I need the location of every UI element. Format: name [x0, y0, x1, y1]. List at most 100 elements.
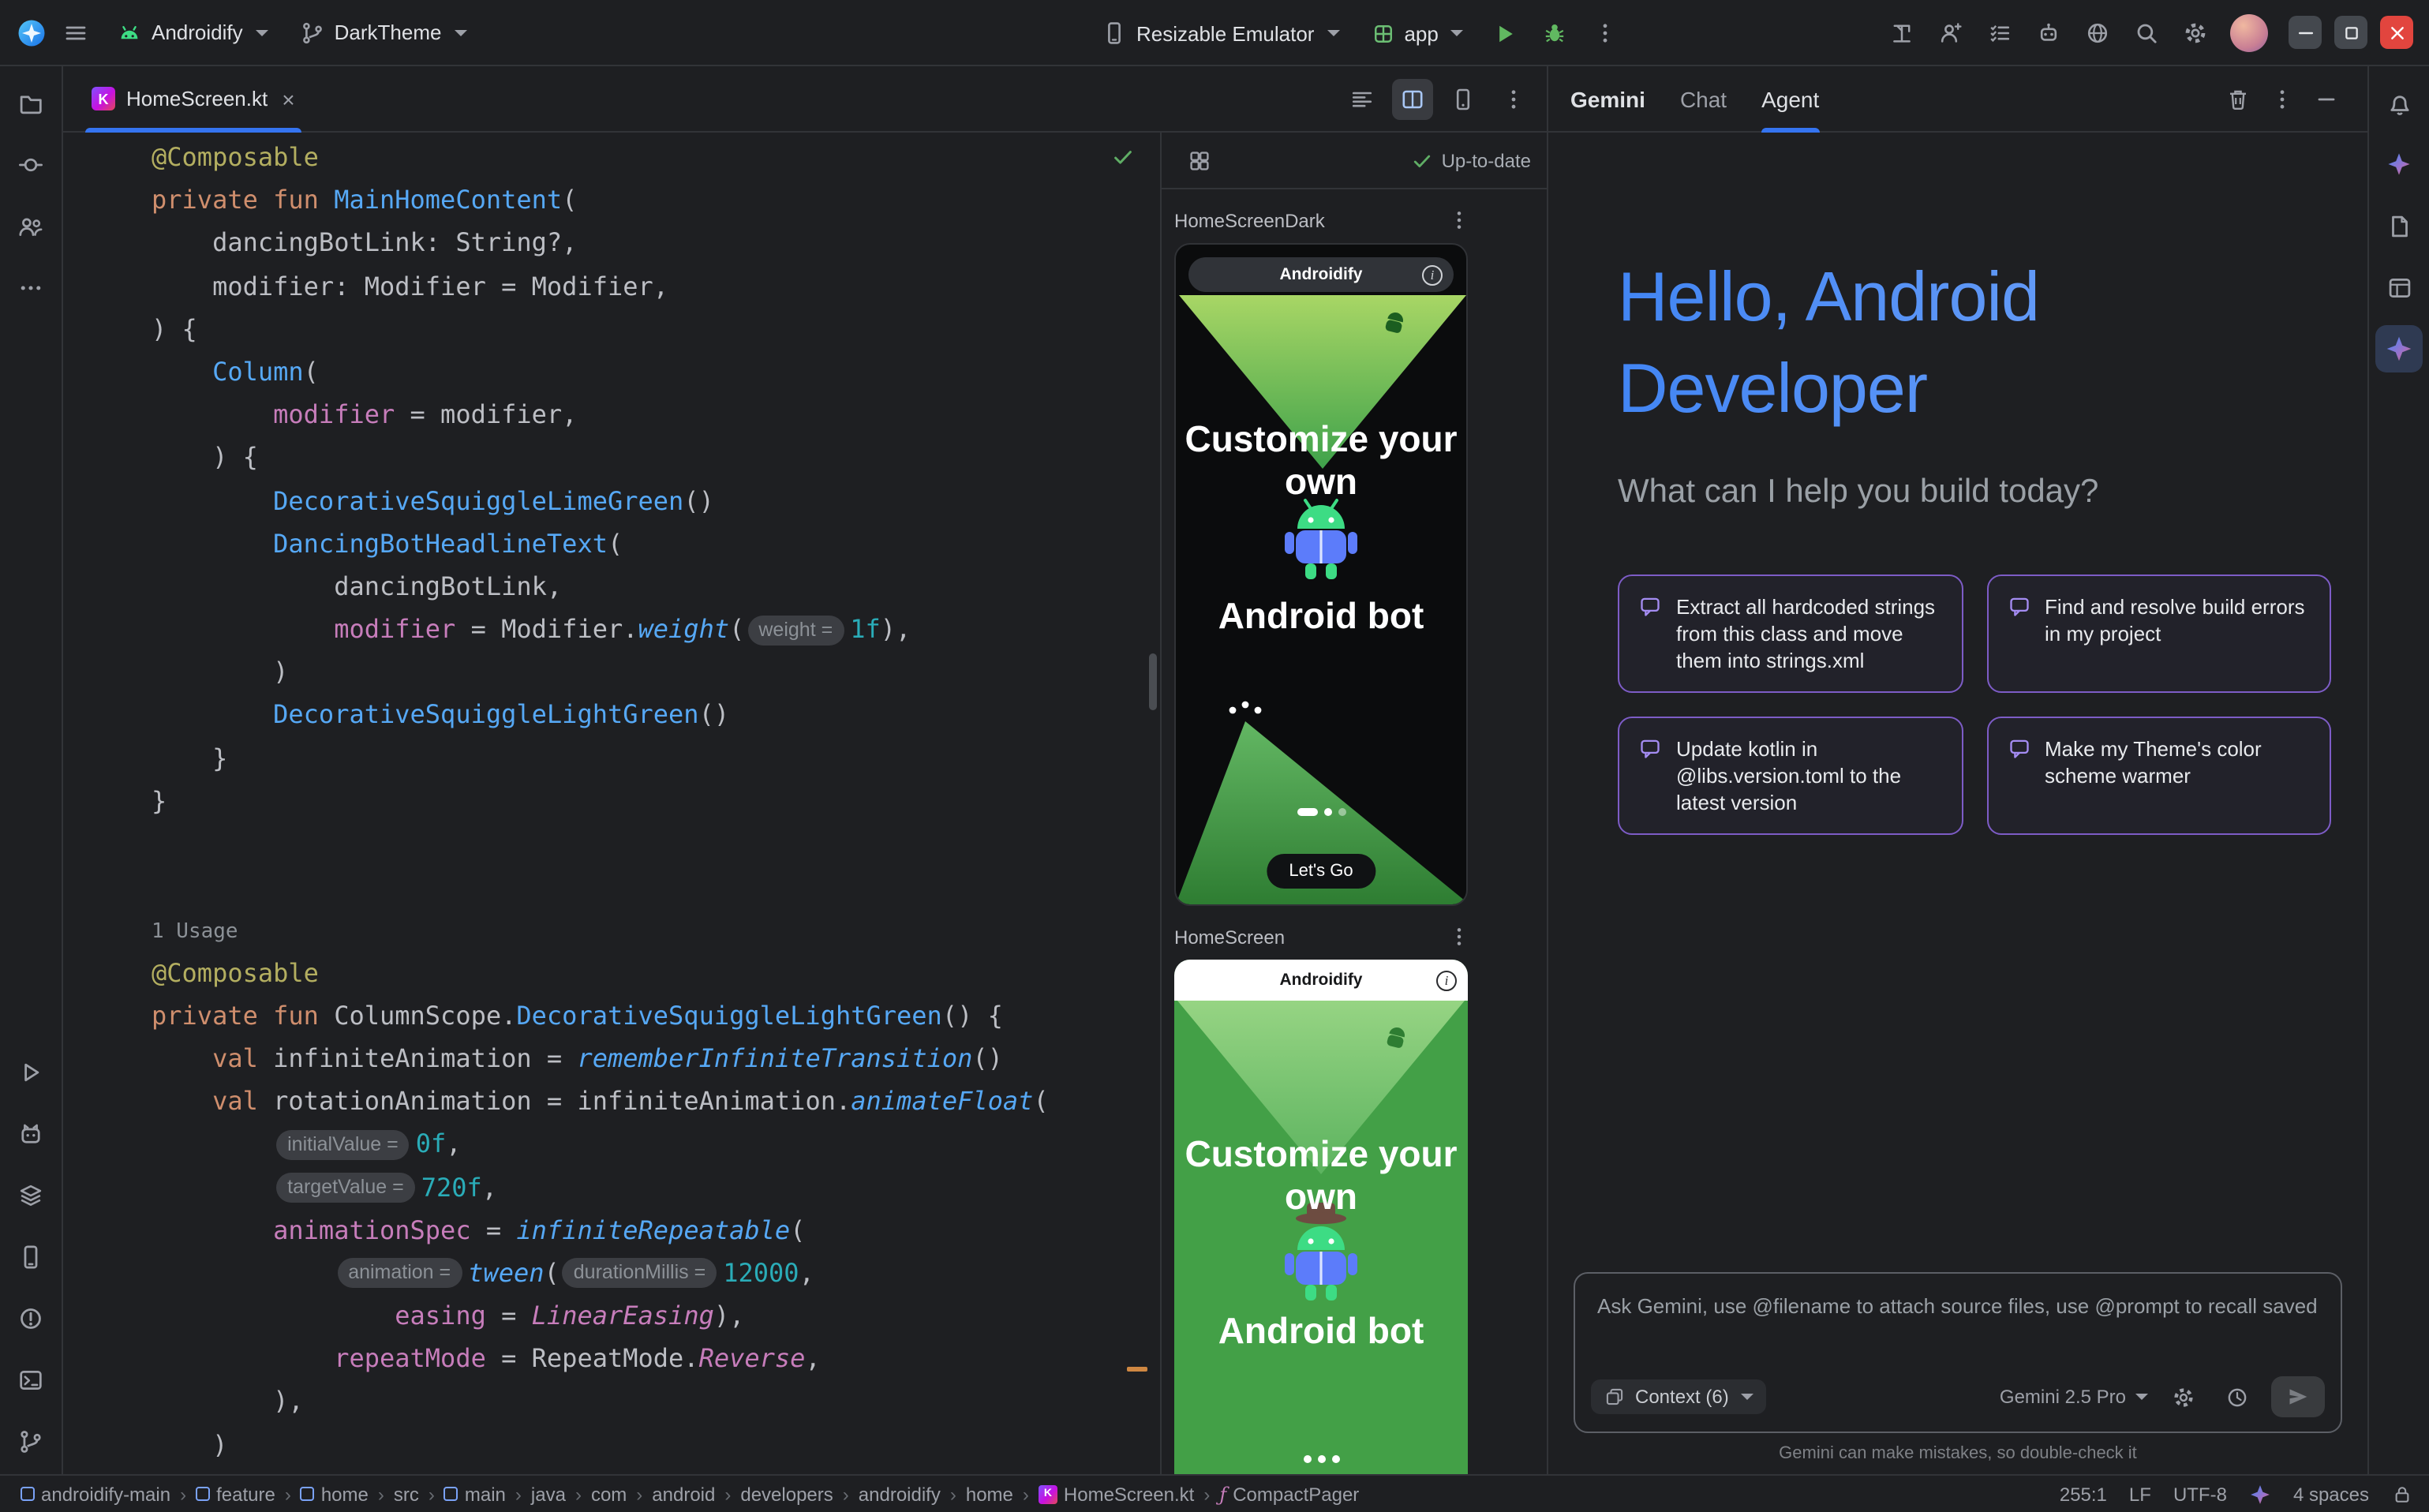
layout-inspector-icon[interactable]: [2375, 264, 2423, 311]
profiler-tool-icon[interactable]: [7, 1171, 54, 1218]
settings-button[interactable]: [2173, 10, 2218, 54]
breadcrumb-item[interactable]: main: [440, 1483, 511, 1505]
suggestion-card[interactable]: Extract all hardcoded strings from this …: [1618, 574, 1963, 693]
chat-bubble-icon: [1638, 737, 1662, 761]
run-button[interactable]: [1483, 11, 1527, 55]
project-selector[interactable]: Androidify: [104, 12, 281, 53]
tab-chat[interactable]: Chat: [1680, 65, 1727, 132]
prompt-settings-gear-icon[interactable]: [2164, 1378, 2202, 1416]
breadcrumb-item[interactable]: com: [586, 1483, 631, 1505]
people-tool-icon[interactable]: [7, 202, 54, 249]
run-tool-icon[interactable]: [7, 1048, 54, 1095]
line-separator[interactable]: LF: [2129, 1483, 2151, 1505]
device-explorer-icon[interactable]: [2375, 202, 2423, 249]
search-button[interactable]: [2124, 10, 2169, 54]
main-menu-button[interactable]: [54, 10, 98, 54]
tab-close-icon[interactable]: ×: [282, 88, 294, 110]
device-name: Resizable Emulator: [1136, 21, 1314, 45]
breadcrumb-item[interactable]: KHomeScreen.kt: [1034, 1483, 1199, 1505]
window-maximize-button[interactable]: [2334, 16, 2367, 49]
preview-options-kebab-icon[interactable]: [1447, 208, 1471, 232]
preview-gallery-icon[interactable]: [1177, 138, 1222, 182]
breadcrumb-item[interactable]: ƒCompactPager: [1214, 1483, 1364, 1505]
suggestion-card[interactable]: Make my Theme's color scheme warmer: [1986, 717, 2331, 835]
breadcrumb-item[interactable]: home: [961, 1483, 1018, 1505]
code-editor[interactable]: @Composableprivate fun MainHomeContent( …: [63, 133, 1160, 1474]
editor-tab-homescreen[interactable]: K HomeScreen.kt ×: [76, 65, 311, 132]
preview-name: HomeScreen: [1174, 926, 1285, 948]
caret-position[interactable]: 255:1: [2060, 1483, 2107, 1505]
module-icon: [196, 1487, 210, 1501]
breadcrumb-item[interactable]: android: [647, 1483, 720, 1505]
running-devices-tool-icon[interactable]: [7, 1233, 54, 1280]
window-close-button[interactable]: [2380, 16, 2413, 49]
user-avatar[interactable]: [2230, 13, 2268, 51]
code-line: modifier = Modifier.weight(weight =1f),: [152, 608, 1125, 650]
gemini-prompt-input[interactable]: Ask Gemini, use @filename to attach sour…: [1574, 1272, 2342, 1433]
code-line: 1 Usage: [152, 908, 1125, 951]
send-button[interactable]: [2271, 1376, 2325, 1417]
clear-chat-trash-icon[interactable]: [2219, 80, 2257, 118]
logcat-tool-icon[interactable]: [7, 1110, 54, 1157]
build-tower-icon[interactable]: [1880, 10, 1924, 54]
ai-profile-icon[interactable]: [1929, 10, 1973, 54]
notifications-bell-icon[interactable]: [2375, 79, 2423, 126]
suggestion-card[interactable]: Update kotlin in @libs.version.toml to t…: [1618, 717, 1963, 835]
suggestion-card[interactable]: Find and resolve build errors in my proj…: [1986, 574, 2331, 693]
commit-tool-icon[interactable]: [7, 140, 54, 188]
vcs-branch-selector[interactable]: DarkTheme: [287, 12, 480, 53]
problems-tool-icon[interactable]: [7, 1294, 54, 1342]
gemini-disclaimer: Gemini can make mistakes, so double-chec…: [1574, 1433, 2342, 1474]
context-chip[interactable]: Context (6): [1591, 1379, 1767, 1414]
project-tool-icon[interactable]: [7, 79, 54, 126]
editor-options-kebab-icon[interactable]: [1493, 78, 1534, 119]
debug-button[interactable]: [1533, 11, 1578, 55]
preview-options-kebab-icon[interactable]: [1447, 925, 1471, 949]
preview-scroll-area[interactable]: HomeScreenDark Androidify i Customize yo…: [1162, 189, 1547, 1474]
model-selector[interactable]: Gemini 2.5 Pro: [2000, 1386, 2148, 1408]
code-line: @Composable: [152, 951, 1125, 994]
code-view-button[interactable]: [1342, 78, 1383, 119]
preview-card-homescreendark[interactable]: Androidify i Customize your own: [1174, 243, 1468, 906]
more-run-actions-button[interactable]: [1584, 11, 1628, 55]
breadcrumb-item[interactable]: java: [526, 1483, 571, 1505]
file-encoding[interactable]: UTF-8: [2173, 1483, 2227, 1505]
ai-features-icon[interactable]: [2375, 140, 2423, 188]
preview-card-homescreen[interactable]: Androidify i Customize your own: [1174, 960, 1468, 1474]
left-tool-stripe: [0, 66, 63, 1474]
code-line: val infiniteAnimation = rememberInfinite…: [152, 1037, 1125, 1080]
device-streaming-icon[interactable]: [2075, 10, 2120, 54]
breadcrumb-item[interactable]: developers: [735, 1483, 837, 1505]
hide-panel-icon[interactable]: [2307, 80, 2345, 118]
gemini-options-kebab-icon[interactable]: [2263, 80, 2301, 118]
design-view-button[interactable]: [1443, 78, 1484, 119]
lets-go-button[interactable]: Let's Go: [1267, 854, 1375, 889]
tab-agent[interactable]: Agent: [1761, 65, 1819, 132]
gemini-tool-icon[interactable]: [2375, 325, 2423, 372]
split-view-button[interactable]: [1392, 78, 1433, 119]
editor-scrollbar-thumb[interactable]: [1149, 653, 1157, 710]
breadcrumb-separator: ›: [636, 1483, 642, 1505]
readonly-lock-icon[interactable]: [2391, 1483, 2413, 1505]
more-tools-icon[interactable]: [7, 264, 54, 311]
prompt-history-clock-icon[interactable]: [2218, 1378, 2255, 1416]
studio-bot-icon[interactable]: [2027, 10, 2071, 54]
breadcrumb-item[interactable]: home: [296, 1483, 373, 1505]
run-config-selector[interactable]: app: [1358, 13, 1476, 53]
device-selector[interactable]: Resizable Emulator: [1089, 13, 1352, 54]
breadcrumb-item[interactable]: src: [389, 1483, 424, 1505]
window-minimize-button[interactable]: [2289, 16, 2322, 49]
chevron-down-icon: [1451, 30, 1464, 36]
breadcrumb-item[interactable]: androidify: [854, 1483, 945, 1505]
terminal-tool-icon[interactable]: [7, 1356, 54, 1403]
task-list-icon[interactable]: [1978, 10, 2022, 54]
breadcrumb-item[interactable]: androidify-main: [16, 1483, 175, 1505]
suggestion-cards: Extract all hardcoded strings from this …: [1618, 574, 2331, 835]
inspections-ok-icon[interactable]: [1111, 145, 1135, 169]
chat-bubble-icon: [2007, 737, 2030, 761]
ai-spark-icon[interactable]: [2249, 1483, 2271, 1505]
code-line: ): [152, 1423, 1125, 1465]
breadcrumb-item[interactable]: feature: [191, 1483, 280, 1505]
version-control-tool-icon[interactable]: [7, 1417, 54, 1465]
indent-setting[interactable]: 4 spaces: [2293, 1483, 2369, 1505]
